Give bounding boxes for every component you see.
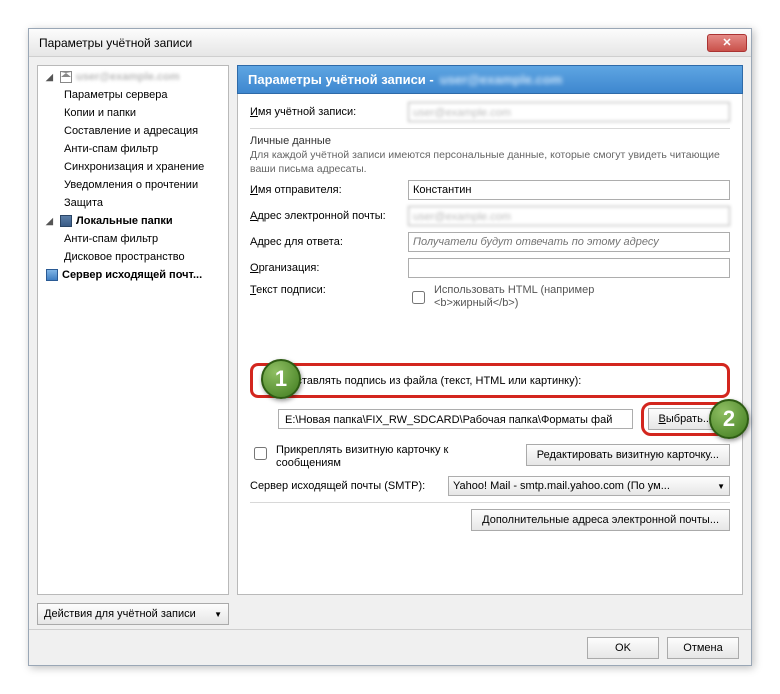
- tree-item-read-receipts[interactable]: Уведомления о прочтении: [38, 176, 228, 194]
- tree-item-compose-addressing[interactable]: Составление и адресация: [38, 122, 228, 140]
- tree-account-root[interactable]: ◢ user@example.com: [38, 68, 228, 86]
- account-name-input[interactable]: user@example.com: [408, 102, 730, 122]
- account-actions-label: Действия для учётной записи: [44, 608, 196, 620]
- tree-local-folders[interactable]: ◢ Локальные папки: [38, 212, 228, 230]
- cancel-button[interactable]: Отмена: [667, 637, 739, 659]
- signature-file-path[interactable]: E:\Новая папка\FIX_RW_SDCARD\Рабочая пап…: [278, 409, 633, 429]
- tree-item-server-settings[interactable]: Параметры сервера: [38, 86, 228, 104]
- mail-icon: [60, 71, 72, 83]
- tree-item-local-antispam[interactable]: Анти-спам фильтр: [38, 230, 228, 248]
- smtp-server-select[interactable]: Yahoo! Mail - smtp.mail.yahoo.com (По ум…: [448, 476, 730, 496]
- use-html-checkbox[interactable]: [412, 291, 425, 304]
- close-icon: ✕: [722, 36, 731, 49]
- organization-label: Организация:: [250, 262, 400, 274]
- use-html-label: Использовать HTML (например <b>жирный</b…: [434, 284, 594, 310]
- collapse-icon: ◢: [46, 72, 56, 83]
- signature-text-label: Текст подписи:: [250, 284, 400, 296]
- additional-emails-button[interactable]: Дополнительные адреса электронной почты.…: [471, 509, 730, 531]
- tree-item-disk-space[interactable]: Дисковое пространство: [38, 248, 228, 266]
- banner-account-blurred: user@example.com: [440, 72, 563, 87]
- annotation-badge-1: 1: [261, 359, 301, 399]
- reply-to-label: Адрес для ответа:: [250, 236, 400, 248]
- tree-outgoing-smtp[interactable]: Сервер исходящей почт...: [38, 266, 228, 284]
- tree-item-security[interactable]: Защита: [38, 194, 228, 212]
- account-name-blurred: user@example.com: [76, 71, 180, 83]
- sender-name-label: Имя отправителя:: [250, 184, 400, 196]
- ok-button[interactable]: OK: [587, 637, 659, 659]
- personal-data-section: Личные данные Для каждой учётной записи …: [250, 135, 730, 176]
- panel-banner: Параметры учётной записи - user@example.…: [237, 65, 743, 94]
- dialog-content: ◢ user@example.com Параметры сервера Коп…: [37, 65, 743, 595]
- account-name-label: Имя учётной записи:: [250, 106, 400, 118]
- account-settings-dialog: Параметры учётной записи ✕ ◢ user@exampl…: [28, 28, 752, 666]
- personal-hint: Для каждой учётной записи имеются персон…: [250, 149, 730, 176]
- account-actions-dropdown[interactable]: Действия для учётной записи ▼: [37, 603, 229, 625]
- tree-item-copies-folders[interactable]: Копии и папки: [38, 104, 228, 122]
- separator: [250, 502, 730, 503]
- main-panel: Параметры учётной записи - user@example.…: [237, 65, 743, 595]
- titlebar: Параметры учётной записи ✕: [29, 29, 751, 57]
- accounts-tree: ◢ user@example.com Параметры сервера Коп…: [37, 65, 229, 595]
- server-icon: [46, 269, 58, 281]
- close-button[interactable]: ✕: [707, 34, 747, 52]
- window-title: Параметры учётной записи: [39, 36, 192, 50]
- personal-heading: Личные данные: [250, 135, 331, 147]
- folder-icon: [60, 215, 72, 227]
- smtp-server-value: Yahoo! Mail - smtp.mail.yahoo.com (По ум…: [453, 480, 670, 492]
- signature-from-file-group: Вставлять подпись из файла (текст, HTML …: [250, 363, 730, 398]
- attach-signature-file-label: Вставлять подпись из файла (текст, HTML …: [289, 375, 581, 387]
- edit-vcard-button[interactable]: Редактировать визитную карточку...: [526, 444, 730, 466]
- account-actions-bar: Действия для учётной записи ▼: [37, 603, 229, 625]
- settings-form: Имя учётной записи: user@example.com Лич…: [237, 94, 743, 595]
- email-label: Адрес электронной почты:: [250, 210, 400, 222]
- use-html-checkbox-row: Использовать HTML (например <b>жирный</b…: [408, 284, 730, 310]
- organization-input[interactable]: [408, 258, 730, 278]
- sender-name-input[interactable]: [408, 180, 730, 200]
- tree-item-sync-storage[interactable]: Синхронизация и хранение: [38, 158, 228, 176]
- annotation-badge-2: 2: [709, 399, 749, 439]
- chevron-down-icon: ▼: [717, 482, 725, 491]
- smtp-server-label: Сервер исходящей почты (SMTP):: [250, 480, 440, 492]
- attach-vcard-label: Прикреплять визитную карточку к сообщени…: [276, 444, 448, 470]
- attach-vcard-checkbox[interactable]: [254, 447, 267, 460]
- dialog-footer: OK Отмена: [29, 629, 751, 665]
- chevron-down-icon: ▼: [214, 610, 222, 619]
- collapse-icon: ◢: [46, 216, 56, 227]
- separator: [250, 128, 730, 129]
- reply-to-input[interactable]: [408, 232, 730, 252]
- banner-title: Параметры учётной записи -: [248, 72, 434, 87]
- email-input[interactable]: user@example.com: [408, 206, 730, 226]
- tree-item-antispam[interactable]: Анти-спам фильтр: [38, 140, 228, 158]
